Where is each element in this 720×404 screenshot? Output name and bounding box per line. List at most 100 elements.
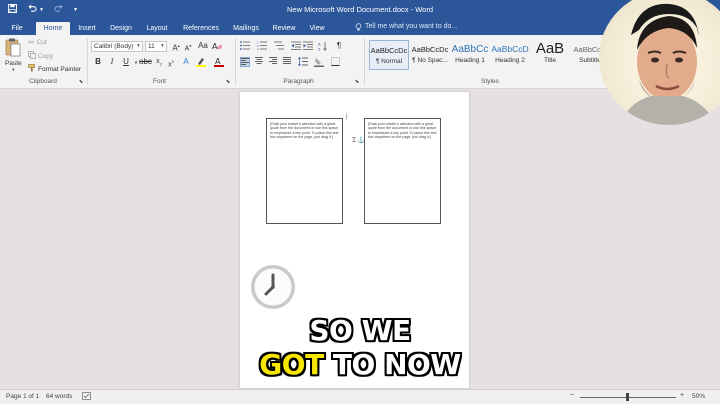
numbering-icon[interactable]: 123: [257, 41, 267, 51]
clipboard-launcher-icon[interactable]: ⬊: [78, 77, 84, 87]
align-center-icon[interactable]: [254, 57, 264, 67]
style-normal[interactable]: AaBbCcDc ¶ Normal: [369, 40, 409, 70]
strikethrough-icon[interactable]: abc: [139, 57, 152, 67]
show-hide-marks-icon[interactable]: ¶: [334, 41, 344, 51]
style-name: ¶ Normal: [375, 58, 403, 65]
clipboard-icon: [5, 38, 21, 59]
italic-icon[interactable]: I: [107, 57, 117, 67]
highlight-icon[interactable]: [196, 57, 206, 67]
style-name: Heading 2: [495, 57, 525, 64]
tab-references[interactable]: References: [180, 22, 222, 35]
superscript-icon[interactable]: x2: [166, 57, 176, 68]
page-count[interactable]: Page 1 of 1: [6, 393, 39, 400]
underline-icon[interactable]: U: [121, 57, 131, 67]
bold-icon[interactable]: B: [93, 57, 103, 67]
tell-me-box[interactable]: Tell me what you want to do...: [355, 23, 457, 33]
tab-file[interactable]: File: [6, 22, 28, 35]
tell-me-placeholder: Tell me what you want to do...: [365, 23, 458, 30]
align-right-icon[interactable]: [268, 57, 278, 67]
paintbrush-icon: [28, 64, 36, 74]
style-heading-1[interactable]: AaBbCc Heading 1: [450, 40, 490, 70]
tab-insert[interactable]: Insert: [74, 22, 100, 35]
tab-mailings[interactable]: Mailings: [229, 22, 263, 35]
copy-button[interactable]: Copy: [28, 51, 53, 61]
paste-dropdown-icon: ▼: [11, 67, 16, 72]
increase-indent-icon[interactable]: [303, 41, 313, 51]
caption-highlight: GOT: [259, 348, 324, 381]
font-name-value: Calibri (Body): [94, 43, 134, 50]
caption-line-1: SO WE: [0, 314, 720, 347]
zoom-level[interactable]: 50%: [692, 393, 705, 400]
pointer-cursor-icon: Ɪ: [352, 137, 356, 144]
justify-icon[interactable]: [282, 57, 292, 67]
line-spacing-icon[interactable]: [298, 56, 308, 67]
clock-icon: [249, 263, 297, 311]
svg-text:3: 3: [257, 47, 259, 50]
text-cursor-icon: |: [346, 114, 348, 120]
svg-text:A: A: [212, 42, 218, 51]
sort-icon[interactable]: AZ: [318, 41, 328, 52]
paste-button[interactable]: Paste ▼: [5, 38, 22, 72]
scissors-icon: ✂: [28, 38, 35, 47]
pull-quote-text: [Grab your reader's attention with a gre…: [368, 122, 437, 140]
tab-layout[interactable]: Layout: [142, 22, 172, 35]
webcam-overlay: [599, 0, 720, 125]
style-name: Title: [543, 57, 557, 64]
proofing-icon[interactable]: [82, 392, 91, 402]
font-size-dropdown[interactable]: 11 ▼: [145, 41, 167, 52]
style-title[interactable]: AaB Title: [530, 40, 570, 70]
shrink-font-icon[interactable]: A▾: [183, 41, 193, 52]
clear-formatting-icon[interactable]: A: [212, 41, 223, 51]
svg-text:Z: Z: [318, 47, 321, 52]
paste-label: Paste: [5, 60, 22, 67]
copy-icon: [28, 51, 36, 61]
word-count[interactable]: 64 words: [46, 393, 72, 400]
format-painter-button[interactable]: Format Painter: [28, 64, 81, 74]
lightbulb-icon: [355, 23, 362, 33]
decrease-indent-icon[interactable]: [291, 41, 301, 51]
zoom-slider-thumb[interactable]: [626, 393, 629, 401]
tab-design[interactable]: Design: [106, 22, 136, 35]
subscript-icon[interactable]: x2: [154, 57, 164, 67]
caption-text: SO WE: [309, 314, 411, 347]
style-name: ¶ No Spac...: [412, 57, 448, 64]
svg-text:A: A: [215, 57, 221, 66]
caption-text: TO NOW: [332, 348, 461, 381]
font-size-value: 11: [148, 43, 155, 50]
zoom-in-icon[interactable]: +: [680, 392, 684, 399]
text-effects-icon[interactable]: A: [181, 57, 191, 67]
font-color-icon[interactable]: A: [214, 57, 224, 67]
change-case-icon[interactable]: Aa: [198, 41, 208, 51]
copy-label: Copy: [38, 52, 54, 60]
status-bar: Page 1 of 1 64 words − + 50%: [0, 389, 720, 404]
bullets-icon[interactable]: [240, 41, 250, 51]
paragraph-launcher-icon[interactable]: ⬊: [354, 77, 360, 87]
paragraph-group-label: Paragraph: [283, 78, 314, 85]
chevron-down-icon: ▼: [136, 43, 141, 49]
caption-line-2: GOT TO NOW: [0, 348, 720, 381]
style-sample: AaBbCc: [451, 44, 489, 55]
pull-quote-textbox-right[interactable]: [Grab your reader's attention with a gre…: [364, 118, 441, 224]
cut-label: Cut: [36, 39, 47, 46]
cut-button[interactable]: ✂ Cut: [28, 38, 47, 47]
grow-font-icon[interactable]: A▴: [171, 41, 181, 53]
font-launcher-icon[interactable]: ⬊: [225, 77, 231, 87]
multilevel-list-icon[interactable]: [274, 41, 284, 51]
borders-icon[interactable]: [330, 57, 340, 67]
shading-icon[interactable]: [314, 57, 324, 67]
style-sample: AaB: [535, 40, 565, 57]
style-no-spacing[interactable]: AaBbCcDc ¶ No Spac...: [410, 40, 450, 70]
styles-group-label: Styles: [481, 78, 499, 85]
style-heading-2[interactable]: AaBbCcD Heading 2: [490, 40, 530, 70]
chevron-down-icon: ▼: [160, 43, 165, 49]
document-title: New Microsoft Word Document.docx - Word: [286, 5, 433, 14]
tab-view[interactable]: View: [305, 22, 329, 35]
zoom-out-icon[interactable]: −: [570, 392, 574, 399]
tab-home[interactable]: Home: [36, 22, 70, 35]
pull-quote-textbox-left[interactable]: [Grab your reader's attention with a gre…: [266, 118, 343, 224]
tab-review[interactable]: Review: [270, 22, 298, 35]
align-left-icon[interactable]: [240, 57, 250, 67]
clipboard-group-label: Clipboard: [29, 78, 57, 85]
pull-quote-text: [Grab your reader's attention with a gre…: [270, 122, 339, 140]
font-name-dropdown[interactable]: Calibri (Body) ▼: [91, 41, 143, 52]
